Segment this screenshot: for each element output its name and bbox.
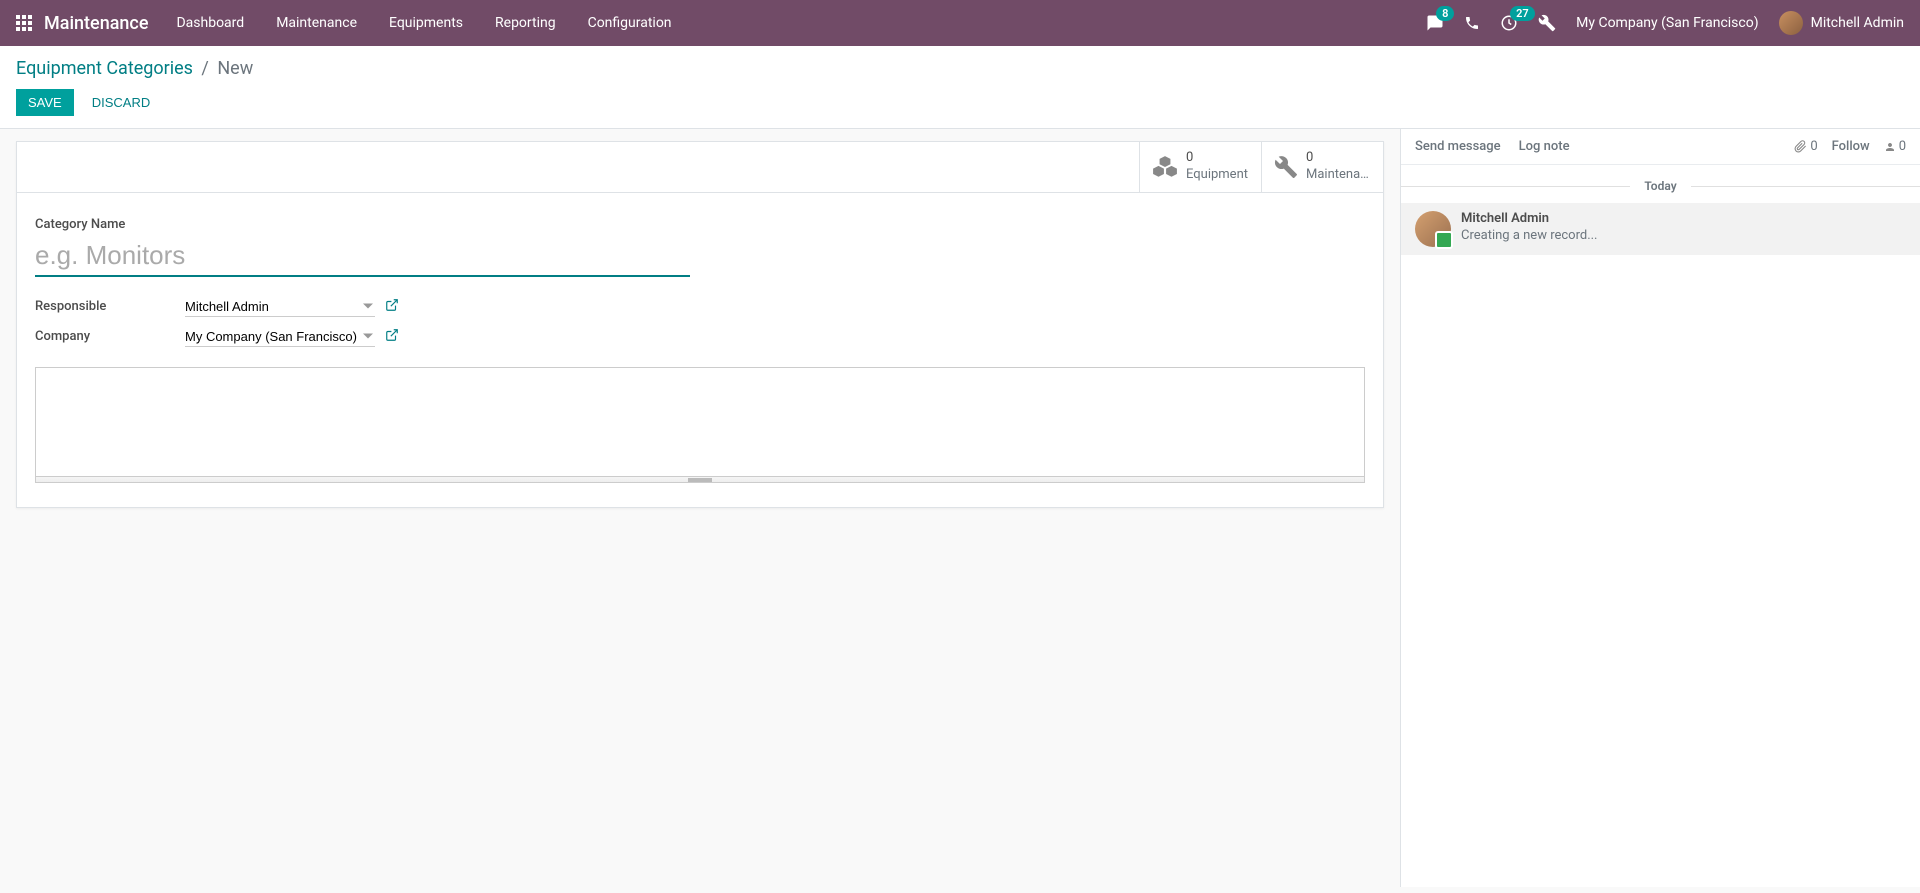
responsible-external-link-icon[interactable] <box>385 298 399 316</box>
user-avatar-icon <box>1779 11 1803 35</box>
stat-equipment-label: Equipment <box>1186 167 1248 184</box>
notes-container <box>35 367 1365 483</box>
chatter-panel: Send message Log note 0 Follow 0 Today <box>1400 129 1920 887</box>
main-menu: Dashboard Maintenance Equipments Reporti… <box>176 15 671 31</box>
save-button[interactable]: Save <box>16 89 74 116</box>
cubes-icon <box>1152 154 1178 180</box>
user-menu[interactable]: Mitchell Admin <box>1779 11 1904 35</box>
stat-button-box: 0 Equipment 0 Maintenan... <box>17 142 1383 193</box>
stat-equipment-count: 0 <box>1186 150 1248 167</box>
stat-maintenance-button[interactable]: 0 Maintenan... <box>1261 142 1383 192</box>
stat-equipment-button[interactable]: 0 Equipment <box>1139 142 1261 192</box>
attachments-button[interactable]: 0 <box>1794 139 1817 154</box>
message-item: Mitchell Admin Creating a new record... <box>1401 203 1920 255</box>
menu-maintenance[interactable]: Maintenance <box>276 15 357 31</box>
message-body: Creating a new record... <box>1461 228 1906 243</box>
user-icon <box>1884 141 1896 153</box>
responsible-input[interactable] <box>185 297 375 317</box>
followers-button[interactable]: 0 <box>1884 139 1906 154</box>
menu-configuration[interactable]: Configuration <box>588 15 672 31</box>
send-message-button[interactable]: Send message <box>1415 139 1501 154</box>
date-separator: Today <box>1401 179 1920 193</box>
menu-reporting[interactable]: Reporting <box>495 15 556 31</box>
wrench-icon <box>1274 155 1298 179</box>
breadcrumb: Equipment Categories / New <box>16 58 1904 79</box>
category-name-label: Category Name <box>35 217 1365 232</box>
message-avatar-icon <box>1415 211 1451 247</box>
paperclip-icon <box>1794 140 1807 153</box>
apps-menu-icon[interactable] <box>16 15 32 31</box>
breadcrumb-parent[interactable]: Equipment Categories <box>16 58 193 79</box>
stat-maintenance-count: 0 <box>1306 150 1371 167</box>
followers-count: 0 <box>1899 139 1906 154</box>
notes-textarea[interactable] <box>35 367 1365 477</box>
stat-maintenance-label: Maintenan... <box>1306 167 1371 184</box>
company-selector[interactable]: My Company (San Francisco) <box>1576 15 1758 31</box>
follow-button[interactable]: Follow <box>1832 139 1870 154</box>
control-panel: Equipment Categories / New Save Discard <box>0 46 1920 129</box>
attachments-count: 0 <box>1810 139 1817 154</box>
activities-icon[interactable]: 27 <box>1500 14 1518 32</box>
messaging-icon[interactable]: 8 <box>1426 14 1444 32</box>
log-note-button[interactable]: Log note <box>1519 139 1570 154</box>
menu-equipments[interactable]: Equipments <box>389 15 463 31</box>
resize-handle[interactable] <box>35 477 1365 483</box>
activities-badge: 27 <box>1510 6 1535 21</box>
phone-icon[interactable] <box>1464 15 1480 31</box>
breadcrumb-current: New <box>217 58 253 79</box>
category-name-input[interactable] <box>35 236 690 277</box>
top-navbar: Maintenance Dashboard Maintenance Equipm… <box>0 0 1920 46</box>
responsible-label: Responsible <box>35 299 185 314</box>
messaging-badge: 8 <box>1436 6 1454 21</box>
user-name: Mitchell Admin <box>1811 15 1904 31</box>
company-label: Company <box>35 329 185 344</box>
discard-button[interactable]: Discard <box>80 89 163 116</box>
form-sheet: 0 Equipment 0 Maintenan... Category Name <box>16 141 1384 508</box>
menu-dashboard[interactable]: Dashboard <box>176 15 244 31</box>
message-author: Mitchell Admin <box>1461 211 1906 226</box>
company-external-link-icon[interactable] <box>385 328 399 346</box>
company-input[interactable] <box>185 327 375 347</box>
app-brand[interactable]: Maintenance <box>44 13 148 34</box>
debug-icon[interactable] <box>1538 14 1556 32</box>
